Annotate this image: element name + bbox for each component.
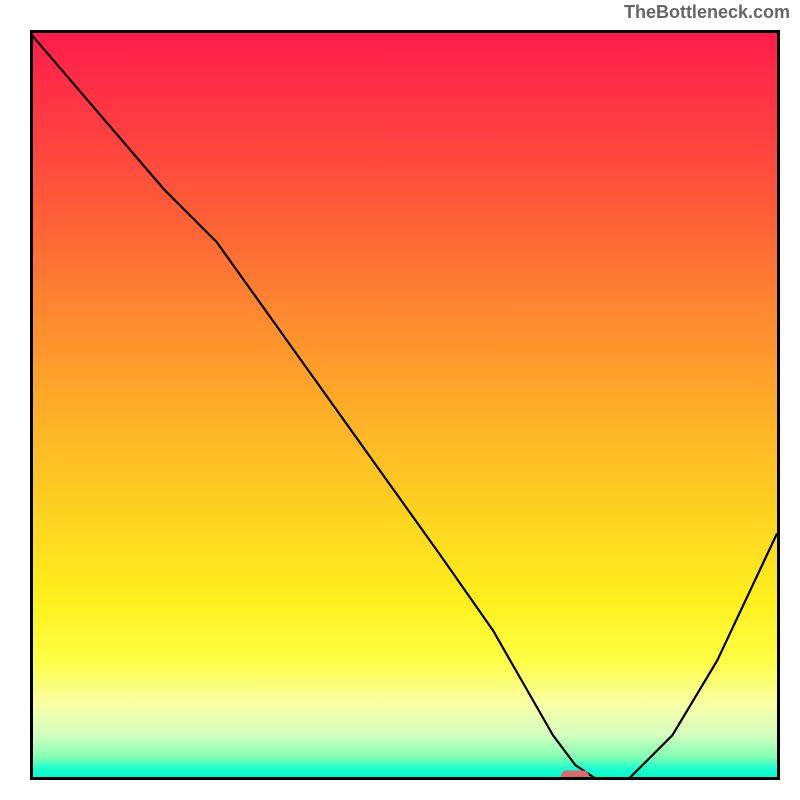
chart-frame — [30, 30, 780, 780]
line-curve — [30, 33, 777, 780]
optimal-marker — [561, 771, 589, 780]
watermark-text: TheBottleneck.com — [624, 2, 790, 23]
plot-area — [30, 33, 777, 780]
